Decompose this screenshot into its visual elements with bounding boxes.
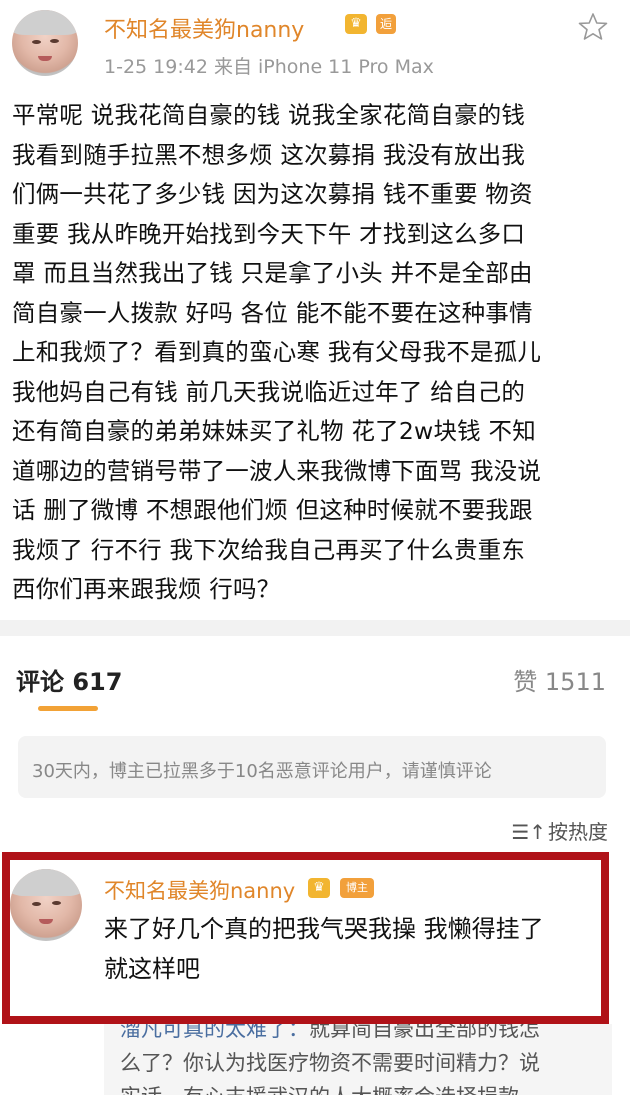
reply-thread[interactable]: 溜凡可真的太难了：就算简自豪出全部的钱怎 么了？你认为找医疗物资不需要时间精力？… [104, 1024, 612, 1095]
post-line: 我看到随手拉黑不想多烦 这次募捐 我没有放出我 [12, 140, 526, 169]
post-line: 西你们再来跟我烦 行吗？ [12, 575, 281, 603]
post-line: 罩 而且当然我出了钱 只是拿了小头 并不是全部由 [12, 259, 533, 287]
highlight-frame [2, 852, 609, 1024]
post-line: 上和我烦了？看到真的蛮心寒 我有父母我不是孤儿 [12, 338, 542, 366]
post-header: 不知名最美狗nanny ♛ 逅 1-25 19:42 来自 iPhone 11 … [0, 0, 630, 90]
post-line: 道哪边的营销号带了一波人来我微博下面骂 我没说 [12, 456, 542, 485]
reply-line: 实话，有心支援武汉的人大概率会选择捐款 [120, 1080, 612, 1095]
sort-by-popularity-button[interactable]: ☰↑ 按热度 [511, 816, 608, 845]
post-line: 还有简自豪的弟弟妹妹买了礼物 花了2w块钱 不知 [12, 417, 536, 445]
blocklist-notice: 30天内，博主已拉黑多于10名恶意评论用户，请谨慎评论 [18, 736, 606, 798]
member-badge: 逅 [376, 14, 396, 34]
reply-text: 就算简自豪出全部的钱怎 [309, 1024, 540, 1041]
reply-user[interactable]: 溜凡可真的太难了： [120, 1024, 309, 1041]
post-meta: 1-25 19:42 来自 iPhone 11 Pro Max [104, 56, 434, 78]
sort-label: 按热度 [548, 820, 608, 844]
comment-tabs: 评论 617 赞 1511 [0, 636, 630, 716]
post-line: 我烦了 行不行 我下次给我自己再买了什么贵重东 [12, 535, 526, 564]
crown-icon: ♛ [345, 14, 367, 34]
post-line: 简自豪一人拨款 好吗 各位 能不能不要在这种事情 [12, 298, 533, 327]
post-line: 平常呢 说我花简自豪的钱 说我全家花简自豪的钱 [12, 101, 526, 129]
post-line: 们俩一共花了多少钱 因为这次募捐 钱不重要 物资 [12, 180, 533, 208]
post-body: 平常呢 说我花简自豪的钱 说我全家花简自豪的钱 我看到随手拉黑不想多烦 这次募捐… [12, 96, 620, 610]
tab-likes[interactable]: 赞 1511 [513, 662, 606, 697]
post-line: 重要 我从昨晚开始找到今天下午 才找到这么多口 [12, 219, 526, 248]
section-divider [0, 620, 630, 636]
active-tab-indicator [38, 706, 98, 711]
reply-line: 么了？你认为找医疗物资不需要时间精力？说 [120, 1051, 540, 1075]
reply-line: 溜凡可真的太难了：就算简自豪出全部的钱怎 [120, 1024, 612, 1046]
post-line: 话 删了微博 不想跟他们烦 但这种时候就不要我跟 [12, 496, 533, 524]
author-avatar[interactable] [12, 10, 78, 76]
sort-lines-icon: ☰↑ [511, 820, 546, 844]
star-icon[interactable] [578, 12, 608, 42]
tab-comments[interactable]: 评论 617 [16, 662, 122, 697]
author-name[interactable]: 不知名最美狗nanny [104, 12, 304, 44]
post-line: 我他妈自己有钱 前几天我说临近过年了 给自己的 [12, 377, 526, 406]
